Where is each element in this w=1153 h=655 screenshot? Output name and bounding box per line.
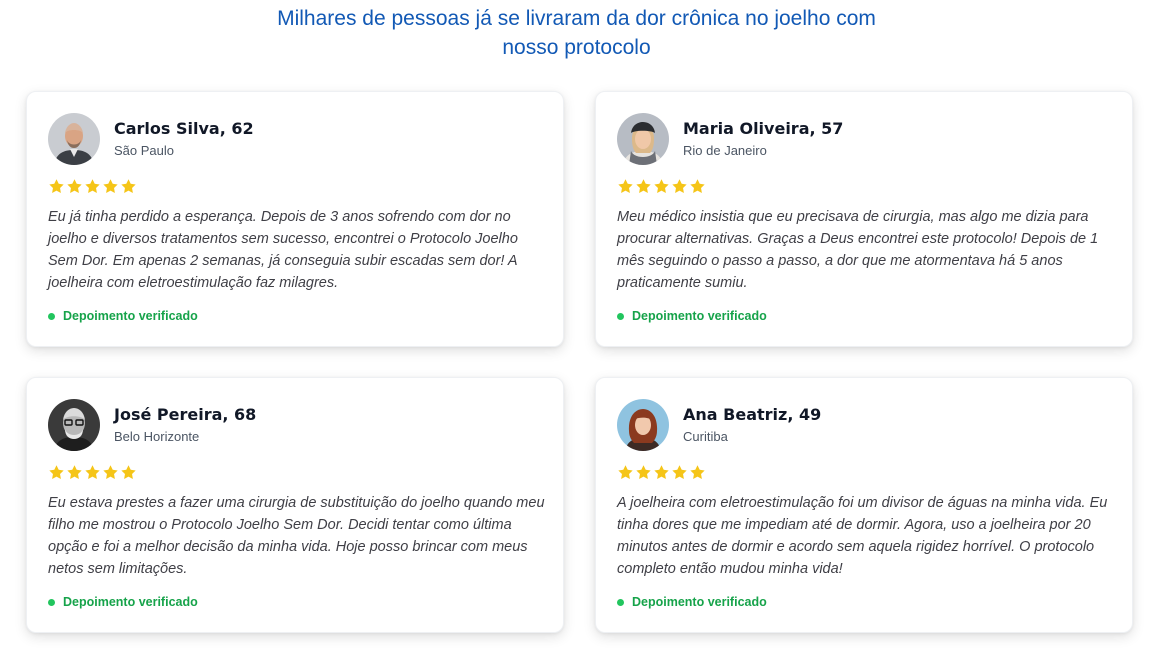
star-icon [66, 464, 83, 481]
heading-line-1: Milhares de pessoas já se livraram da do… [277, 7, 876, 30]
verified-label: Depoimento verificado [632, 309, 767, 323]
verified-badge: Depoimento verificado [48, 595, 198, 609]
reviewer-name: Carlos Silva, 62 [114, 119, 254, 138]
reviewer-name: Maria Oliveira, 57 [683, 119, 844, 138]
star-icon [120, 464, 137, 481]
testimonial-card: José Pereira, 68 Belo Horizonte Eu estav… [26, 377, 564, 633]
star-icon [653, 178, 670, 195]
avatar [617, 399, 669, 451]
reviewer-city: Belo Horizonte [114, 429, 200, 444]
verified-label: Depoimento verificado [63, 595, 198, 609]
star-icon [689, 464, 706, 481]
star-icon [102, 178, 119, 195]
verified-dot-icon [48, 312, 55, 320]
star-icon [84, 464, 101, 481]
star-icon [671, 178, 688, 195]
star-icon [689, 178, 706, 195]
star-icon [48, 178, 65, 195]
verified-dot-icon [617, 312, 624, 320]
verified-badge: Depoimento verificado [617, 595, 767, 609]
reviewer-name: José Pereira, 68 [114, 405, 257, 424]
verified-dot-icon [617, 598, 624, 606]
star-icon [84, 178, 101, 195]
testimonial-quote: Eu já tinha perdido a esperança. Depois … [48, 209, 518, 291]
star-icon [48, 464, 65, 481]
avatar [48, 399, 100, 451]
verified-badge: Depoimento verificado [48, 309, 198, 323]
reviewer-name: Ana Beatriz, 49 [683, 405, 822, 424]
testimonial-card: Maria Oliveira, 57 Rio de Janeiro Meu mé… [595, 91, 1133, 347]
star-rating [48, 178, 137, 195]
verified-label: Depoimento verificado [632, 595, 767, 609]
star-icon [617, 178, 634, 195]
star-icon [102, 464, 119, 481]
verified-label: Depoimento verificado [63, 309, 198, 323]
star-icon [617, 464, 634, 481]
man-avatar-photo-icon [48, 399, 100, 451]
testimonial-quote: Meu médico insistia que eu precisava de … [617, 209, 1099, 291]
reviewer-city: Curitiba [683, 429, 728, 444]
star-icon [635, 464, 652, 481]
star-rating [617, 464, 706, 481]
avatar [48, 113, 100, 165]
section-heading: Milhares de pessoas já se livraram da do… [0, 4, 1153, 62]
star-icon [66, 178, 83, 195]
heading-line-2: nosso protocolo [502, 36, 651, 59]
woman-avatar-photo-icon [617, 399, 669, 451]
reviewer-city: Rio de Janeiro [683, 143, 767, 158]
star-icon [635, 178, 652, 195]
verified-badge: Depoimento verificado [617, 309, 767, 323]
woman-avatar-photo-icon [617, 113, 669, 165]
testimonial-quote: Eu estava prestes a fazer uma cirurgia d… [48, 495, 545, 577]
star-rating [617, 178, 706, 195]
testimonial-card: Ana Beatriz, 49 Curitiba A joelheira com… [595, 377, 1133, 633]
star-icon [120, 178, 137, 195]
star-icon [671, 464, 688, 481]
man-avatar-photo-icon [48, 113, 100, 165]
verified-dot-icon [48, 598, 55, 606]
star-rating [48, 464, 137, 481]
testimonials-section: Milhares de pessoas já se livraram da do… [0, 0, 1153, 655]
star-icon [653, 464, 670, 481]
testimonial-quote: A joelheira com eletroestimulação foi um… [617, 495, 1108, 577]
testimonial-card: Carlos Silva, 62 São Paulo Eu já tinha p… [26, 91, 564, 347]
reviewer-city: São Paulo [114, 143, 174, 158]
avatar [617, 113, 669, 165]
